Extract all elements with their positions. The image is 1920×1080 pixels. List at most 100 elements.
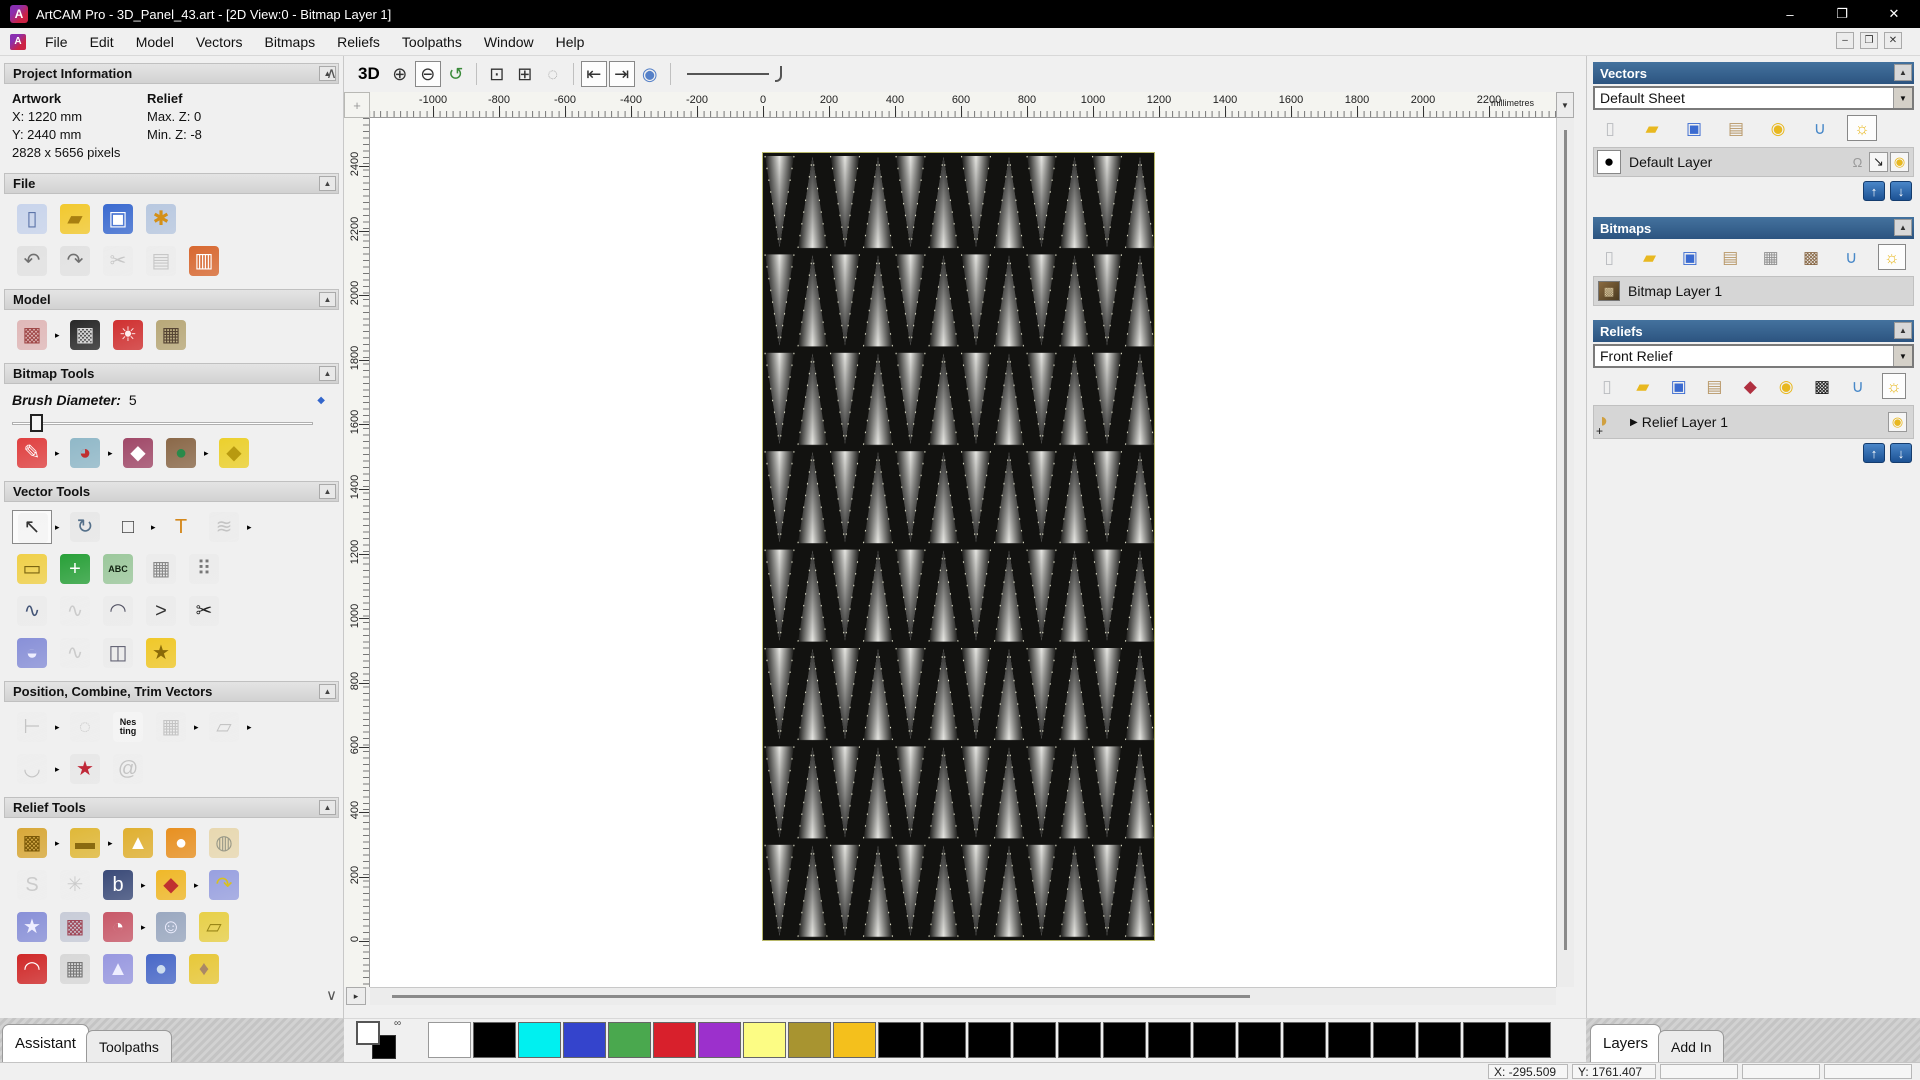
- flood-fill-tool-flyout-icon[interactable]: ▸: [108, 448, 116, 459]
- create-arc-icon[interactable]: ◠: [98, 594, 138, 628]
- align-vectors-flyout-icon[interactable]: ▸: [55, 722, 63, 733]
- trim-vectors-icon[interactable]: ✂: [184, 594, 224, 628]
- collapse-bitmaps-button[interactable]: ▲: [1894, 219, 1912, 236]
- free-sketch-icon[interactable]: ∿: [55, 594, 95, 628]
- mirror-vectors-icon[interactable]: ◫: [98, 636, 138, 670]
- delete-bitmap-layer-icon[interactable]: ∪: [1837, 244, 1865, 270]
- node-editing-icon[interactable]: ∿: [12, 594, 52, 628]
- set-model-size-icon[interactable]: ▩: [12, 318, 52, 352]
- relief-layer-visibility-bulb-icon[interactable]: ◉: [1888, 412, 1907, 432]
- menu-item-file[interactable]: File: [34, 28, 79, 56]
- move-layer-up-button[interactable]: ↑: [1863, 181, 1885, 201]
- calculate-relief-icon[interactable]: ▩: [12, 826, 52, 860]
- sheet-dropdown[interactable]: Default Sheet ▼: [1593, 86, 1914, 110]
- panel-scroll-down-icon[interactable]: ∨: [326, 986, 337, 1004]
- open-model-icon[interactable]: ▰: [55, 202, 95, 236]
- tab-toolpaths[interactable]: Toolpaths: [86, 1030, 172, 1062]
- palette-swatch-12[interactable]: [968, 1022, 1011, 1058]
- transform-vectors-icon[interactable]: ↻: [65, 510, 105, 544]
- menu-item-toolpaths[interactable]: Toolpaths: [391, 28, 473, 56]
- palette-swatch-14[interactable]: [1058, 1022, 1101, 1058]
- create-rectangle-icon[interactable]: □: [108, 510, 148, 544]
- bitmap-fade-slider[interactable]: [687, 64, 782, 84]
- distort-vectors-icon[interactable]: ★: [65, 752, 105, 786]
- wrap-relief-icon[interactable]: ↷: [204, 868, 244, 902]
- horizontal-scrollbar-thumb[interactable]: [392, 995, 1250, 998]
- weave-wizard-icon[interactable]: ✳: [55, 868, 95, 902]
- delete-relief-layer-icon[interactable]: ∪: [1846, 373, 1870, 399]
- join-vectors-flyout-icon[interactable]: ▸: [55, 764, 63, 775]
- menu-item-window[interactable]: Window: [473, 28, 545, 56]
- move-relief-down-button[interactable]: ↓: [1890, 443, 1912, 463]
- offset-vectors-icon[interactable]: ≋: [204, 510, 244, 544]
- horizontal-scrollbar[interactable]: [370, 987, 1556, 1005]
- add-plane-flyout-icon[interactable]: ▸: [108, 838, 116, 849]
- collapse-section-button[interactable]: ▲: [319, 800, 336, 815]
- colour-view-icon[interactable]: ▩: [1797, 244, 1825, 270]
- merge-highest-icon[interactable]: ●: [161, 826, 201, 860]
- merge-vector-layers-icon[interactable]: ▤: [1721, 115, 1751, 141]
- align-vectors-icon[interactable]: ⊢: [12, 710, 52, 744]
- extrude-relief-icon[interactable]: ▲: [98, 952, 138, 986]
- create-text-icon[interactable]: T: [161, 510, 201, 544]
- create-polyline-icon[interactable]: >: [141, 594, 181, 628]
- paste-icon[interactable]: ▥: [184, 244, 224, 278]
- palette-swatch-22[interactable]: [1418, 1022, 1461, 1058]
- set-model-size-flyout-icon[interactable]: ▸: [55, 330, 63, 341]
- greyscale-view-icon[interactable]: ▦: [1756, 244, 1784, 270]
- tab-layers[interactable]: Layers: [1590, 1024, 1661, 1062]
- palette-swatch-0[interactable]: [428, 1022, 471, 1058]
- brush-slider-handle[interactable]: [30, 414, 43, 432]
- face-wizard-icon[interactable]: ☺: [151, 910, 191, 944]
- envelope-distortion-icon[interactable]: ▦: [141, 552, 181, 586]
- new-bitmap-layer-icon[interactable]: ▯: [1595, 244, 1623, 270]
- vertical-scrollbar-thumb[interactable]: [1564, 130, 1567, 950]
- move-relief-up-button[interactable]: ↑: [1863, 443, 1885, 463]
- texture-relief-icon[interactable]: ●: [141, 952, 181, 986]
- sheet-dropdown-arrow-icon[interactable]: ▼: [1893, 88, 1912, 108]
- create-polyline-cross-icon[interactable]: +: [55, 552, 95, 586]
- select-vectors-icon[interactable]: ↖: [12, 510, 52, 544]
- save-relief-layer-icon[interactable]: ▣: [1667, 373, 1691, 399]
- zoom-drawing-button[interactable]: ⊞: [512, 61, 538, 87]
- minimize-button[interactable]: –: [1764, 0, 1816, 28]
- menu-item-model[interactable]: Model: [125, 28, 185, 56]
- create-rectangle-flyout-icon[interactable]: ▸: [151, 522, 159, 533]
- menu-item-edit[interactable]: Edit: [79, 28, 125, 56]
- fit-curve-icon[interactable]: ∿: [55, 636, 95, 670]
- calculate-relief-flyout-icon[interactable]: ▸: [55, 838, 63, 849]
- relief-layer-expander-icon[interactable]: ▶: [1630, 417, 1638, 428]
- palette-swatch-6[interactable]: [698, 1022, 741, 1058]
- weave-basket-icon[interactable]: ▦: [55, 952, 95, 986]
- palette-swatch-2[interactable]: [518, 1022, 561, 1058]
- palette-swatch-11[interactable]: [923, 1022, 966, 1058]
- palette-swatch-15[interactable]: [1103, 1022, 1146, 1058]
- toggle-assistant-panel-button[interactable]: ⇤: [581, 61, 607, 87]
- relief-pattern-image[interactable]: [762, 152, 1155, 941]
- measure-tool-icon[interactable]: ▭: [12, 552, 52, 586]
- palette-tool-icon[interactable]: ●: [161, 436, 201, 470]
- save-model-icon[interactable]: ▣: [98, 202, 138, 236]
- spiral-tool-icon[interactable]: @: [108, 752, 148, 786]
- mdi-restore-button[interactable]: ❐: [1860, 32, 1878, 49]
- save-bitmap-layer-icon[interactable]: ▣: [1676, 244, 1704, 270]
- palette-swatch-20[interactable]: [1328, 1022, 1371, 1058]
- zoom-previous-button[interactable]: ↺: [443, 61, 469, 87]
- flood-fill-tool-icon[interactable]: ◕: [65, 436, 105, 470]
- slice-relief-icon[interactable]: ◔: [98, 910, 138, 944]
- palette-swatch-10[interactable]: [878, 1022, 921, 1058]
- primary-secondary-colour-chip[interactable]: ∞: [356, 1021, 404, 1061]
- colour-picker-tool-icon[interactable]: ◆: [118, 436, 158, 470]
- open-vector-file-icon[interactable]: ▰: [1637, 115, 1667, 141]
- zoom-out-button[interactable]: ⊖: [415, 61, 441, 87]
- close-button[interactable]: ✕: [1868, 0, 1920, 28]
- menu-item-bitmaps[interactable]: Bitmaps: [254, 28, 327, 56]
- vector-layer-row[interactable]: ● Default Layer Ω ↘ ◉: [1593, 147, 1914, 177]
- zoom-objects-button[interactable]: ⊡: [484, 61, 510, 87]
- shape-editor-icon[interactable]: ◆: [151, 868, 191, 902]
- view-3d-button[interactable]: 3D: [352, 62, 386, 86]
- palette-swatch-1[interactable]: [473, 1022, 516, 1058]
- new-vector-layer-icon[interactable]: ▯: [1595, 115, 1625, 141]
- show-all-relief-layers-icon[interactable]: ☼: [1882, 373, 1906, 399]
- adjust-model-icon[interactable]: ▩: [65, 318, 105, 352]
